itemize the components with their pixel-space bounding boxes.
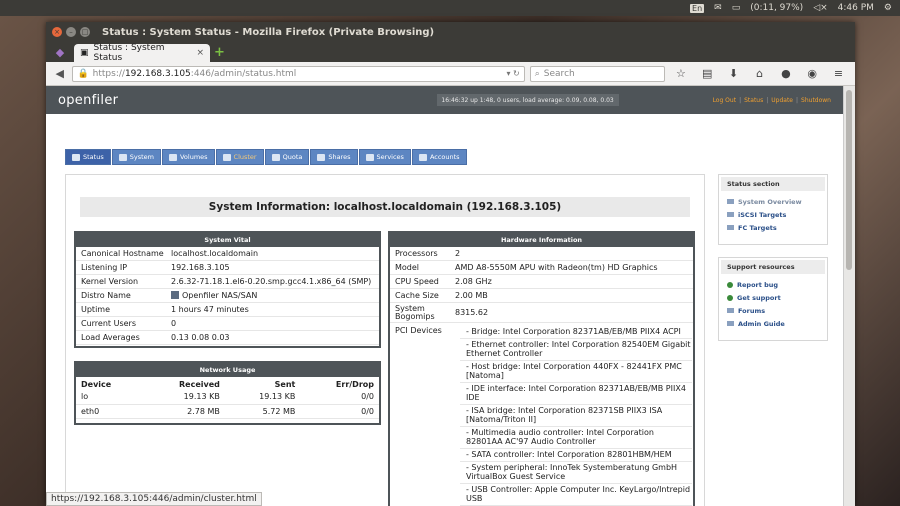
clock[interactable]: 4:46 PM — [838, 3, 874, 13]
keyboard-layout-indicator[interactable]: En — [690, 3, 705, 13]
maximize-window-button[interactable]: □ — [80, 27, 90, 37]
downloads-icon[interactable]: ⬇ — [723, 67, 744, 80]
home-icon[interactable]: ⌂ — [749, 67, 770, 80]
lock-icon[interactable]: 🔒 — [77, 69, 88, 79]
window-title: Status : System Status - Mozilla Firefox… — [102, 26, 435, 38]
mail-icon[interactable]: ✉ — [714, 3, 722, 13]
close-window-button[interactable]: × — [52, 27, 62, 37]
reading-list-icon[interactable]: ▤ — [697, 67, 718, 80]
tab-strip: ◆ ▣ Status : System Status × + — [46, 42, 855, 63]
navigation-toolbar: ◀ 🔒 https://192.168.3.105:446/admin/stat… — [46, 62, 855, 86]
url-text: https://192.168.3.105:446/admin/status.h… — [92, 68, 297, 79]
tab-label: Status : System Status — [93, 43, 165, 63]
chat-icon[interactable]: ● — [775, 67, 796, 80]
battery-icon[interactable]: ▭ — [732, 3, 741, 13]
settings-gear-icon[interactable]: ⚙ — [884, 3, 892, 13]
new-tab-button[interactable]: + — [214, 44, 225, 62]
pocket-icon[interactable]: ◉ — [802, 67, 823, 80]
bookmark-star-icon[interactable]: ☆ — [670, 67, 691, 80]
page-favicon-icon: ▣ — [80, 48, 89, 58]
search-icon: ⌕ — [534, 68, 540, 79]
private-browsing-mask-icon: ◆ — [55, 46, 65, 59]
url-bar[interactable]: 🔒 https://192.168.3.105:446/admin/status… — [72, 65, 525, 82]
battery-status[interactable]: (0:11, 97%) — [750, 3, 803, 13]
system-top-bar: En ✉ ▭ (0:11, 97%) ◁× 4:46 PM ⚙ — [0, 0, 900, 16]
close-tab-icon[interactable]: × — [196, 48, 204, 58]
firefox-window: × – □ Status : System Status - Mozilla F… — [46, 22, 855, 506]
window-titlebar: × – □ Status : System Status - Mozilla F… — [46, 22, 855, 42]
minimize-window-button[interactable]: – — [66, 27, 76, 37]
back-button[interactable]: ◀ — [52, 67, 67, 80]
hamburger-menu-icon[interactable]: ≡ — [828, 67, 849, 80]
search-field[interactable]: ⌕ Search — [529, 65, 666, 82]
volume-icon[interactable]: ◁× — [813, 3, 827, 13]
tab-status[interactable]: ▣ Status : System Status × — [74, 43, 210, 63]
search-placeholder: Search — [543, 68, 575, 79]
reload-icon[interactable]: ▾ ↻ — [506, 69, 519, 78]
